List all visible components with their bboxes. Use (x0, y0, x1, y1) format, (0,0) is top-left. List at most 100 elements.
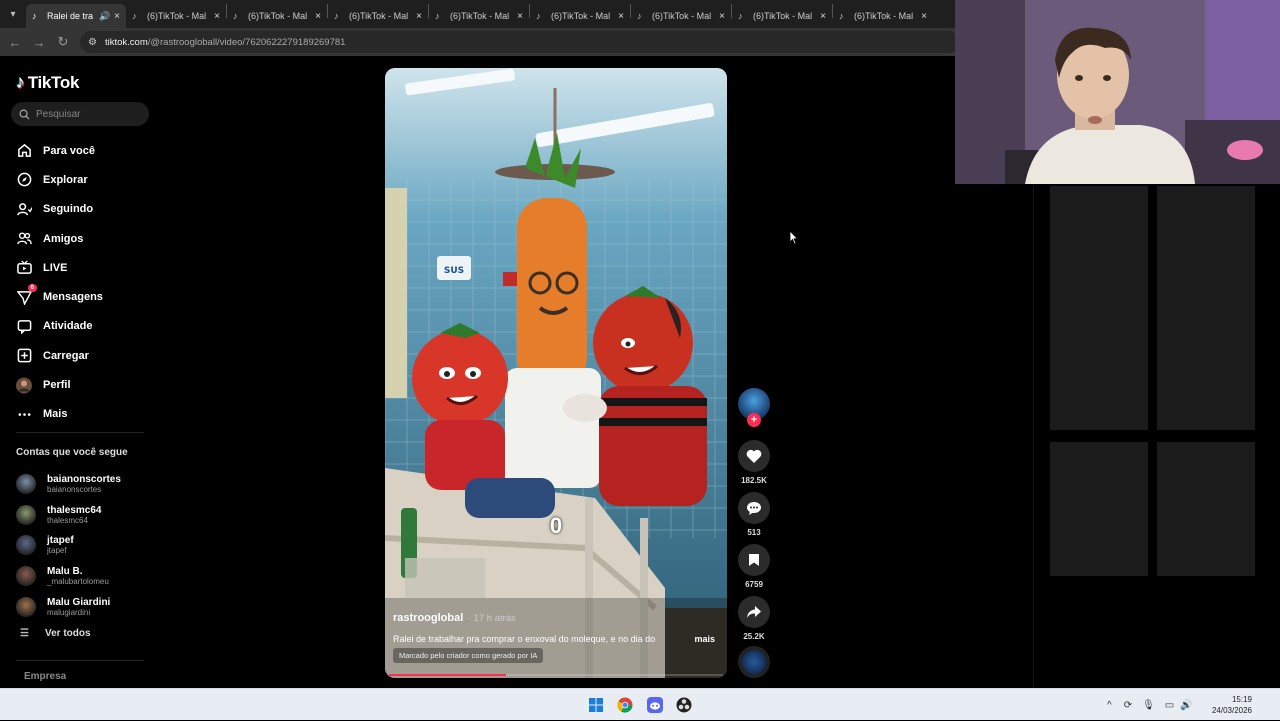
follow-plus-button[interactable]: + (747, 413, 761, 427)
tab-close-icon[interactable]: × (114, 11, 120, 22)
like-count: 182.5K (741, 476, 767, 485)
sidebar-item-carregar[interactable]: Carregar (16, 341, 103, 370)
sync-icon[interactable]: ⟳ (1124, 700, 1132, 711)
tiktok-favicon-icon: ♪ (839, 11, 844, 21)
tab-close-icon[interactable]: × (921, 11, 927, 22)
account-handle: baianonscortes (47, 485, 102, 495)
tab-close-icon[interactable]: × (416, 11, 422, 22)
video-author[interactable]: rastrooglobal (393, 612, 463, 624)
discord-icon[interactable] (647, 697, 663, 713)
video-player[interactable]: SUS 0 rastrooglobal · 17 h atrás Ralei d… (385, 68, 727, 678)
clock-date: 24/03/2026 (1211, 706, 1252, 715)
sidebar-item-seguindo[interactable]: Seguindo (16, 195, 103, 224)
video-frame-illustration: SUS (385, 68, 727, 678)
microphone-icon[interactable]: 🎙 (1142, 700, 1155, 711)
windows-start-icon[interactable] (588, 697, 604, 713)
sidebar-item-mais[interactable]: Mais (16, 400, 103, 429)
streamer-webcam-image (955, 0, 1280, 184)
chrome-icon[interactable] (617, 697, 633, 713)
comment-count: 513 (747, 528, 761, 537)
forward-icon[interactable]: → (27, 35, 51, 50)
following-account[interactable]: baianonscortes baianonscortes (16, 469, 121, 500)
tiktok-logo[interactable]: ♪ TikTok (16, 72, 79, 93)
search-input[interactable]: Pesquisar (11, 102, 149, 126)
related-thumbnail[interactable] (1157, 296, 1255, 430)
browser-tab[interactable]: ♪ Ralei de tra 🔊 × (26, 4, 126, 28)
sidebar-item-label: LIVE (43, 261, 68, 274)
browser-tab[interactable]: ♪ (6)TikTok - Mal × (227, 4, 327, 28)
sidebar-item-atividade[interactable]: Atividade (16, 312, 103, 341)
home-icon (16, 143, 32, 159)
site-info-icon[interactable]: ⚙ (88, 37, 97, 48)
browser-tab[interactable]: ♪ (6)TikTok - Mal × (530, 4, 630, 28)
friends-icon (16, 231, 32, 247)
like-button[interactable]: 182.5K (738, 440, 770, 485)
save-count: 6759 (745, 580, 763, 589)
caption-more-button[interactable]: mais (694, 634, 715, 644)
main-nav: Para você Explorar Seguindo Amigos LIVE 6 Mens… (16, 136, 103, 429)
sidebar-item-explorar[interactable]: Explorar (16, 165, 103, 194)
volume-icon[interactable]: 🔊 (1180, 700, 1192, 711)
url-host: tiktok.com (104, 36, 148, 48)
sidebar-item-amigos[interactable]: Amigos (16, 224, 103, 253)
tab-title: (6)TikTok - Mal (652, 11, 712, 21)
sidebar-item-label: Amigos (43, 232, 84, 245)
music-disc-icon[interactable] (738, 646, 770, 678)
following-account[interactable]: jtapef jtapef (16, 530, 121, 561)
browser-tab[interactable]: ♪ (6)TikTok - Mal × (429, 4, 529, 28)
video-progress-bar[interactable] (389, 674, 723, 676)
following-account[interactable]: Malu Giardini malugiardini (16, 591, 121, 622)
creator-avatar[interactable]: + (738, 388, 770, 427)
address-bar[interactable]: ⚙ tiktok.com /@rastroogloball/video/7620… (80, 31, 960, 53)
tab-close-icon[interactable]: × (719, 11, 725, 22)
sidebar: ♪ TikTok Pesquisar Para você Explorar Segu… (0, 56, 160, 688)
sidebar-item-label: Atividade (43, 320, 93, 333)
save-button[interactable]: 6759 (738, 544, 770, 589)
footer-link-empresa[interactable]: Empresa (24, 671, 66, 682)
following-account[interactable]: thalesmc64 thalesmc64 (16, 500, 121, 531)
reload-icon[interactable]: ↻ (51, 34, 75, 50)
tiktok-favicon-icon: ♪ (738, 11, 743, 21)
tab-audio-icon[interactable]: 🔊 (99, 11, 110, 22)
avatar (16, 535, 36, 556)
tab-search-chevron-icon[interactable]: ▾ (0, 0, 26, 28)
related-thumbnail[interactable] (1050, 296, 1148, 430)
related-thumbnail[interactable] (1050, 442, 1148, 576)
tiktok-note-icon: ♪ (16, 72, 25, 92)
following-account[interactable]: Malu B. _malubartolomeu (16, 561, 121, 592)
browser-tab[interactable]: ♪ (6)TikTok - Mal × (833, 4, 933, 28)
account-name: baianonscortes (47, 474, 121, 486)
sidebar-item-live[interactable]: LIVE (16, 253, 103, 282)
share-button[interactable]: 25.2K (738, 596, 770, 641)
tab-close-icon[interactable]: × (315, 11, 321, 22)
tray-chevron-up-icon[interactable]: ^ (1107, 700, 1112, 711)
sidebar-item-para-voc[interactable]: Para você (16, 136, 103, 165)
taskbar-clock[interactable]: 15:19 24/03/2026 (1212, 694, 1252, 716)
back-icon[interactable]: ← (3, 35, 27, 50)
tab-title: (6)TikTok - Mal (753, 11, 813, 21)
browser-tab[interactable]: ♪ (6)TikTok - Mal × (126, 4, 226, 28)
tab-close-icon[interactable]: × (618, 11, 624, 22)
comment-button[interactable]: 513 (738, 492, 770, 537)
browser-tab[interactable]: ♪ (6)TikTok - Mal × (328, 4, 428, 28)
tiktok-favicon-icon: ♪ (536, 11, 541, 21)
share-arrow-icon (747, 606, 761, 618)
search-icon (19, 109, 30, 120)
browser-tab[interactable]: ♪ (6)TikTok - Mal × (631, 4, 731, 28)
tab-close-icon[interactable]: × (820, 11, 826, 22)
browser-tab[interactable]: ♪ (6)TikTok - Mal × (732, 4, 832, 28)
tab-title: (6)TikTok - Mal (147, 11, 207, 21)
video-caption: Ralei de trabalhar pra comprar o enxoval… (393, 634, 656, 644)
sidebar-item-perfil[interactable]: Perfil (16, 370, 103, 399)
see-all-button[interactable]: ☰ Ver todos (20, 628, 91, 639)
tab-close-icon[interactable]: × (214, 11, 220, 22)
sidebar-item-label: Mais (43, 408, 68, 421)
related-thumbnail[interactable] (1157, 442, 1255, 576)
sidebar-item-label: Seguindo (43, 203, 94, 216)
system-tray: ^ ⟳ 🎙 ▭ 🔊 (1107, 689, 1193, 721)
obs-icon[interactable] (676, 697, 692, 713)
network-icon[interactable]: ▭ (1165, 700, 1174, 711)
sidebar-item-mensagens[interactable]: 6 Mensagens (16, 282, 103, 311)
profile-avatar (16, 377, 32, 394)
tab-close-icon[interactable]: × (517, 11, 523, 22)
